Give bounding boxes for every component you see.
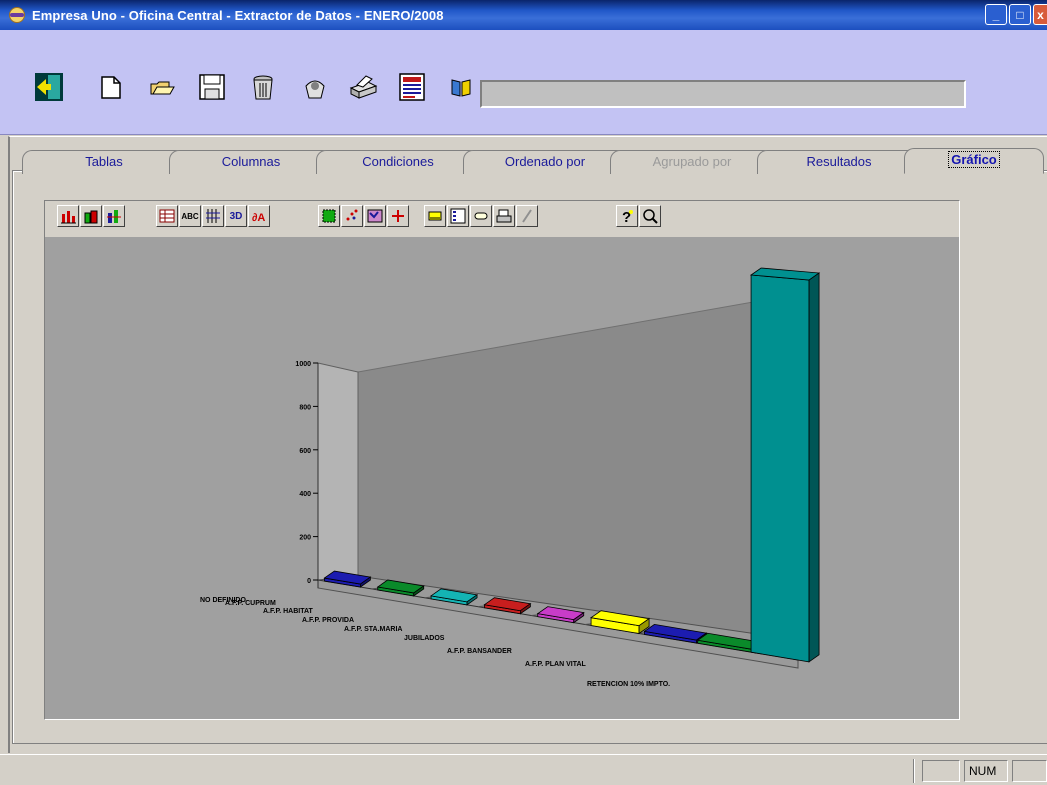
book-icon[interactable] bbox=[446, 72, 476, 102]
execute-icon[interactable] bbox=[300, 72, 330, 102]
window-title: Empresa Uno - Oficina Central - Extracto… bbox=[32, 7, 444, 23]
svg-text:∂A: ∂A bbox=[252, 212, 265, 224]
tab-resultados[interactable]: Resultados bbox=[757, 150, 921, 174]
series-legend-icon[interactable] bbox=[447, 205, 469, 227]
gridlines-icon[interactable] bbox=[202, 205, 224, 227]
title-bar: Empresa Uno - Oficina Central - Extracto… bbox=[0, 0, 1047, 30]
tab-columnas[interactable]: Columnas bbox=[169, 150, 333, 174]
tab-tablas[interactable]: Tablas bbox=[22, 150, 186, 174]
legend-icon[interactable] bbox=[364, 205, 386, 227]
label-tag-icon[interactable] bbox=[470, 205, 492, 227]
status-cell-scroll bbox=[1012, 760, 1047, 782]
crosshair-icon[interactable] bbox=[387, 205, 409, 227]
scatter-icon[interactable] bbox=[341, 205, 363, 227]
status-separator bbox=[913, 759, 915, 783]
zoom-icon[interactable] bbox=[639, 205, 661, 227]
tab-grafico[interactable]: Gráfico bbox=[904, 148, 1044, 174]
print-icon[interactable] bbox=[493, 205, 515, 227]
status-field bbox=[480, 80, 966, 108]
status-bar: NUM bbox=[0, 754, 1047, 785]
printer-icon[interactable] bbox=[348, 72, 378, 102]
stacked-bar-icon[interactable] bbox=[103, 205, 125, 227]
abc-labels-icon[interactable]: ABC bbox=[179, 205, 201, 227]
status-cell-num: NUM bbox=[964, 760, 1008, 782]
new-document-icon[interactable] bbox=[96, 72, 126, 102]
help-icon[interactable]: ? bbox=[616, 205, 638, 227]
tab-condiciones[interactable]: Condiciones bbox=[316, 150, 480, 174]
rotate-icon[interactable]: ∂A bbox=[248, 205, 270, 227]
3d-toggle-icon[interactable]: 3D bbox=[225, 205, 247, 227]
tab-ordenado-por[interactable]: Ordenado por bbox=[463, 150, 627, 174]
tab-agrupado-por[interactable]: Agrupado por bbox=[610, 150, 774, 174]
report-icon[interactable] bbox=[397, 72, 427, 102]
exit-icon[interactable] bbox=[34, 72, 64, 102]
data-grid-icon[interactable] bbox=[156, 205, 178, 227]
app-icon bbox=[8, 6, 26, 24]
title-icon[interactable] bbox=[424, 205, 446, 227]
save-disk-icon[interactable] bbox=[197, 72, 227, 102]
status-cell-caps bbox=[922, 760, 960, 782]
chart-background bbox=[45, 237, 959, 719]
trash-icon[interactable] bbox=[248, 72, 278, 102]
pen-icon[interactable] bbox=[516, 205, 538, 227]
maximize-button[interactable]: □ bbox=[1009, 4, 1031, 25]
close-button[interactable]: x bbox=[1033, 4, 1047, 25]
color-fill-icon[interactable] bbox=[318, 205, 340, 227]
minimize-button[interactable]: _ bbox=[985, 4, 1007, 25]
area-3d-icon[interactable] bbox=[80, 205, 102, 227]
main-toolbar bbox=[0, 30, 1047, 135]
bar-chart-icon[interactable] bbox=[57, 205, 79, 227]
open-folder-icon[interactable] bbox=[147, 72, 177, 102]
